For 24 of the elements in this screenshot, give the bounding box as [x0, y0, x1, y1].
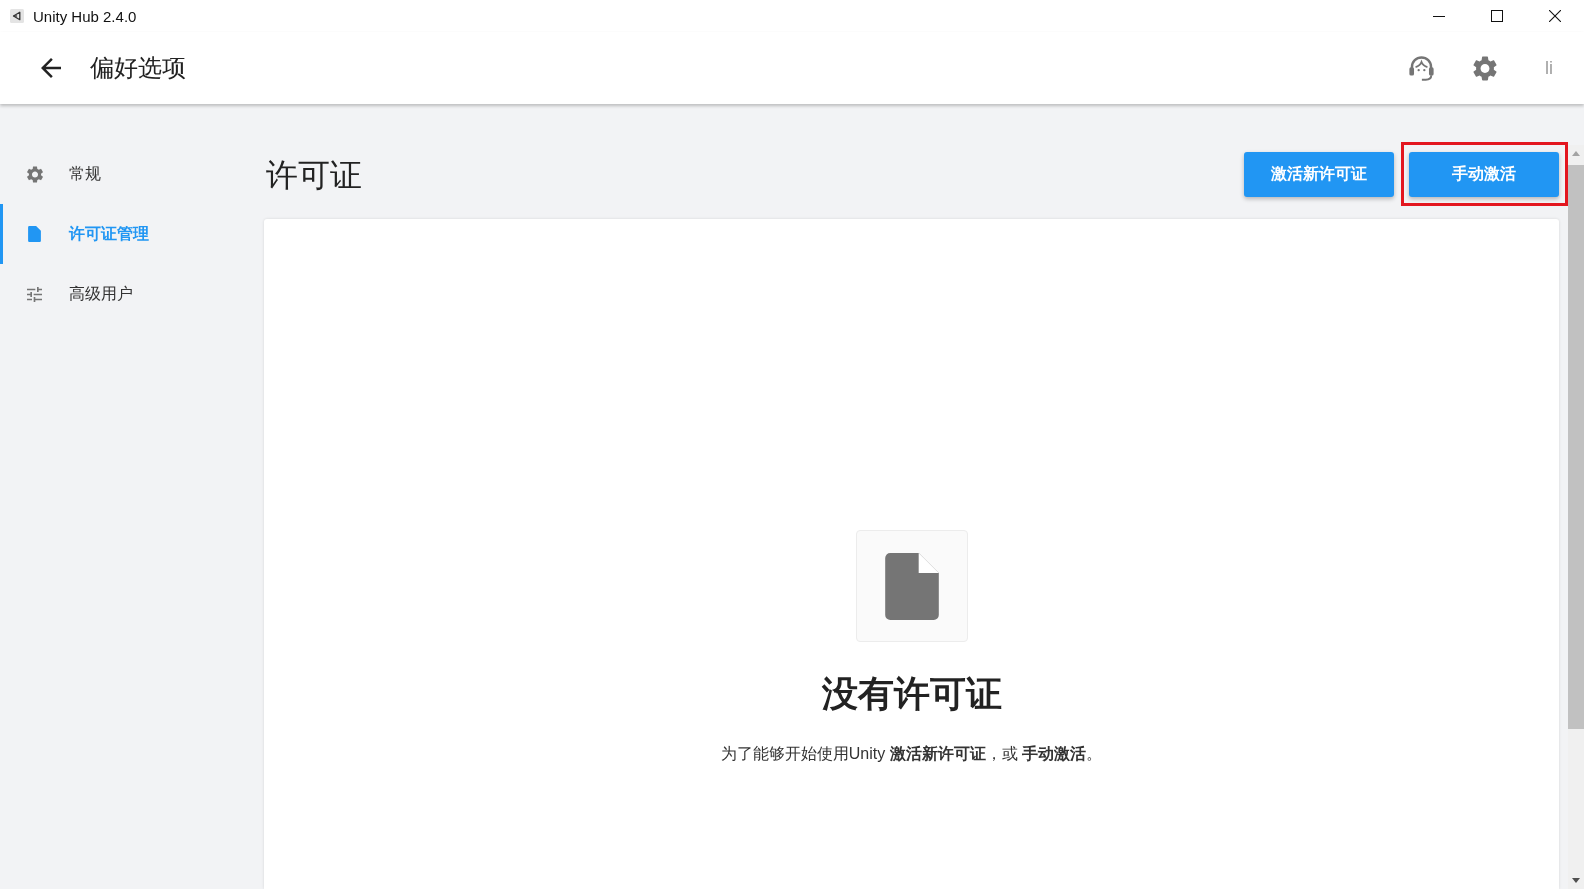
scroll-down-icon[interactable]	[1572, 878, 1580, 883]
maximize-icon	[1491, 10, 1503, 22]
settings-icon	[1473, 55, 1497, 81]
settings-icon	[26, 165, 43, 183]
headset-icon	[1408, 55, 1434, 81]
sidebar-item[interactable]: 高级用户	[0, 264, 262, 324]
page-heading: 偏好选项	[90, 53, 186, 83]
scrollbar-thumb[interactable]	[1568, 165, 1584, 729]
section-title: 许可证	[266, 155, 362, 195]
file-icon	[28, 226, 41, 242]
activate-license-button[interactable]: 激活新许可证	[1244, 152, 1394, 197]
minimize-icon	[1433, 15, 1445, 17]
sidebar-item[interactable]: 常规	[0, 144, 262, 204]
manual-activate-button[interactable]: 手动激活	[1409, 152, 1559, 197]
window-title: Unity Hub 2.4.0	[33, 7, 137, 25]
logo-icon	[10, 9, 24, 23]
empty-state-title: 没有许可证	[821, 672, 1002, 715]
account-button[interactable]: li	[1529, 48, 1569, 88]
empty-state-message: 为了能够开始使用Unity 激活新许可证，或 手动激活。	[720, 744, 1103, 764]
file-icon	[855, 530, 968, 642]
sliders-icon	[27, 286, 42, 302]
scrollbar-track[interactable]	[1568, 145, 1584, 889]
close-icon	[1549, 10, 1561, 22]
back-icon	[41, 58, 61, 78]
